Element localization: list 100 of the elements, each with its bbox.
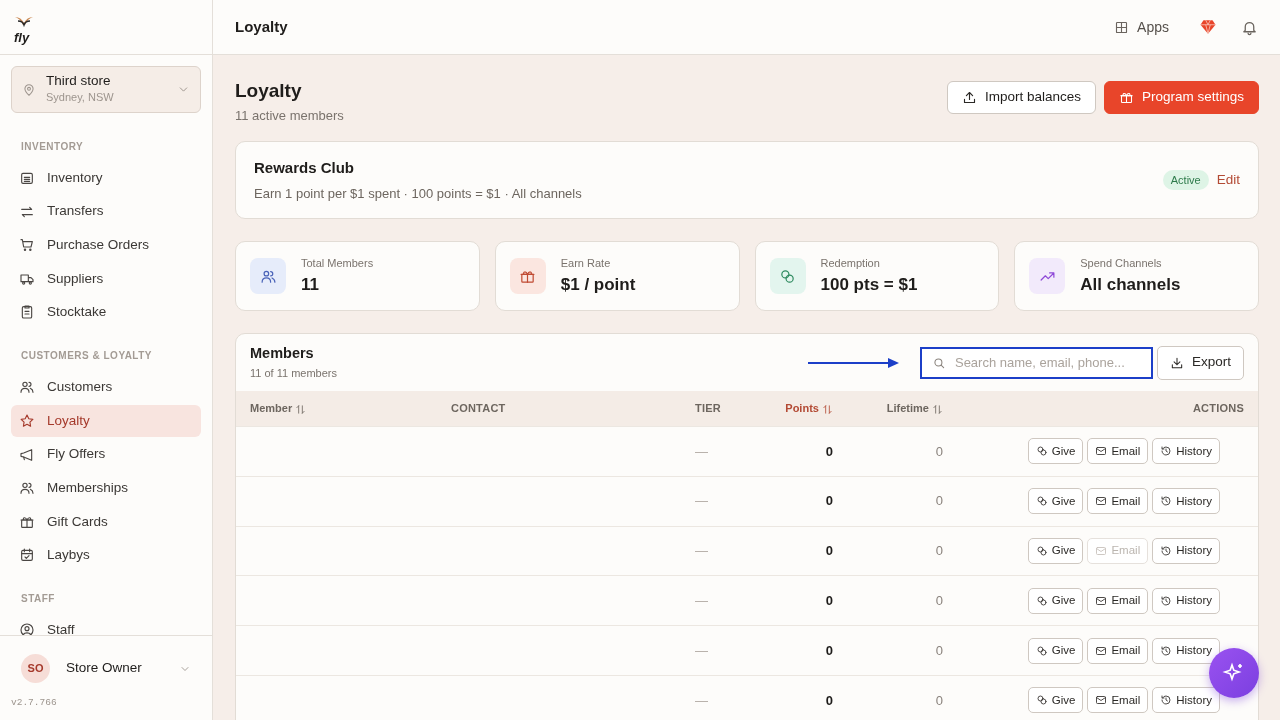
history-button[interactable]: History bbox=[1152, 438, 1220, 465]
person-icon bbox=[19, 622, 35, 635]
cart-icon bbox=[19, 237, 35, 254]
envelope-icon bbox=[1095, 694, 1108, 707]
sort-icon bbox=[932, 403, 943, 415]
megaphone-icon bbox=[19, 446, 35, 463]
store-name: Third store bbox=[46, 73, 112, 90]
give-button[interactable]: Give bbox=[1027, 587, 1084, 614]
section-heading: INVENTORY bbox=[20, 140, 85, 154]
history-icon bbox=[1160, 594, 1173, 607]
sidebar-item[interactable]: Purchase Orders bbox=[11, 229, 201, 262]
tier-cell: — bbox=[695, 692, 708, 708]
user-name: Store Owner bbox=[66, 659, 143, 678]
tier-cell: — bbox=[695, 543, 708, 559]
history-button[interactable]: History bbox=[1152, 687, 1220, 714]
section-heading: STAFF bbox=[20, 592, 56, 607]
star-icon bbox=[19, 412, 35, 429]
sort-icon bbox=[295, 403, 307, 415]
search-field[interactable]: Search name, email, phone... bbox=[919, 346, 1153, 379]
export-button[interactable]: Export bbox=[1156, 345, 1244, 380]
sidebar-item[interactable]: Customers bbox=[11, 371, 201, 404]
sidebar-item[interactable]: Fly Offers bbox=[11, 438, 201, 471]
section-heading: CUSTOMERS & LOYALTY bbox=[20, 349, 153, 364]
gem-icon[interactable] bbox=[1199, 18, 1217, 36]
points-cell: 0 bbox=[825, 543, 833, 559]
sidebar-item[interactable]: Stocktake bbox=[11, 296, 201, 329]
envelope-icon bbox=[1095, 495, 1108, 508]
points-cell: 0 bbox=[825, 642, 833, 658]
sidebar-item[interactable]: Gift Cards bbox=[11, 505, 201, 538]
people-icon bbox=[19, 379, 35, 396]
column-header: ACTIONS bbox=[1192, 402, 1244, 415]
apps-button[interactable]: Apps bbox=[1108, 15, 1175, 39]
warehouse-icon bbox=[19, 170, 35, 186]
people-icon bbox=[19, 480, 35, 497]
tier-cell: — bbox=[695, 593, 708, 609]
sidebar-item[interactable]: Loyalty bbox=[11, 404, 201, 437]
store-location: Sydney, NSW bbox=[46, 90, 115, 106]
coins-icon bbox=[1035, 594, 1048, 607]
history-button[interactable]: History bbox=[1152, 488, 1220, 515]
status-tag: Active bbox=[1162, 169, 1209, 191]
gift-icon bbox=[1118, 90, 1134, 105]
sidebar-item[interactable]: Transfers bbox=[11, 195, 201, 228]
page-heading: Loyalty bbox=[235, 79, 303, 103]
store-selector[interactable]: Third store Sydney, NSW bbox=[11, 66, 201, 113]
history-button[interactable]: History bbox=[1152, 587, 1220, 614]
points-cell: 0 bbox=[825, 593, 833, 609]
give-button[interactable]: Give bbox=[1027, 438, 1084, 465]
history-button[interactable]: History bbox=[1152, 637, 1220, 664]
history-button[interactable]: History bbox=[1152, 538, 1220, 564]
edit-link[interactable]: Edit bbox=[1216, 169, 1240, 191]
history-icon bbox=[1160, 694, 1173, 707]
stat-value: 11 bbox=[301, 273, 320, 296]
grid-icon bbox=[1114, 19, 1130, 35]
sidebar-item[interactable]: Memberships bbox=[11, 472, 201, 505]
history-icon bbox=[1160, 445, 1173, 458]
sidebar-item[interactable]: Suppliers bbox=[11, 262, 201, 295]
sort-header[interactable]: Member bbox=[250, 400, 307, 417]
sort-header[interactable]: Lifetime bbox=[886, 400, 943, 417]
sort-icon bbox=[822, 403, 833, 415]
stat-value: $1 / point bbox=[560, 273, 636, 296]
download-icon bbox=[1169, 355, 1184, 370]
email-button[interactable]: Email bbox=[1087, 687, 1149, 714]
give-button[interactable]: Give bbox=[1027, 488, 1084, 515]
envelope-icon bbox=[1095, 545, 1108, 557]
member-count: 11 active members bbox=[235, 106, 344, 125]
sort-header[interactable]: Points bbox=[785, 400, 833, 417]
envelope-icon bbox=[1095, 445, 1108, 458]
stat-label: Total Members bbox=[301, 256, 374, 271]
upload-icon bbox=[961, 90, 977, 105]
version-label: v2.7.766 bbox=[11, 696, 58, 710]
logo-text: fly bbox=[14, 31, 31, 44]
email-button[interactable]: Email bbox=[1087, 637, 1149, 664]
avatar: SO bbox=[21, 654, 50, 683]
stat-value: All channels bbox=[1080, 273, 1181, 296]
coins-icon bbox=[1035, 545, 1048, 557]
page-title: Loyalty bbox=[235, 16, 288, 37]
program-settings-button[interactable]: Program settings bbox=[1103, 81, 1259, 114]
lifetime-cell: 0 bbox=[935, 443, 943, 459]
import-button[interactable]: Import balances bbox=[946, 81, 1096, 114]
email-button[interactable]: Email bbox=[1087, 488, 1149, 515]
sidebar-item[interactable]: Laybys bbox=[11, 539, 201, 572]
coins-icon bbox=[779, 267, 796, 285]
location-pin-icon bbox=[22, 82, 36, 97]
sidebar-item[interactable]: Staff bbox=[11, 614, 201, 635]
user-menu[interactable]: SO Store Owner bbox=[21, 654, 191, 683]
history-icon bbox=[1160, 644, 1173, 657]
points-cell: 0 bbox=[825, 443, 833, 459]
email-button[interactable]: Email bbox=[1087, 438, 1149, 465]
section-title: Members bbox=[250, 344, 315, 364]
give-button[interactable]: Give bbox=[1027, 538, 1084, 564]
email-button[interactable]: Email bbox=[1087, 587, 1149, 614]
program-name: Rewards Club bbox=[254, 158, 356, 178]
lifetime-cell: 0 bbox=[935, 692, 943, 708]
give-button[interactable]: Give bbox=[1027, 637, 1084, 664]
logo-icon bbox=[14, 14, 34, 28]
stat-label: Redemption bbox=[820, 256, 881, 271]
points-cell: 0 bbox=[825, 692, 833, 708]
coins-icon bbox=[1035, 644, 1048, 657]
give-button[interactable]: Give bbox=[1027, 687, 1084, 714]
sidebar-item[interactable]: Inventory bbox=[11, 162, 201, 194]
